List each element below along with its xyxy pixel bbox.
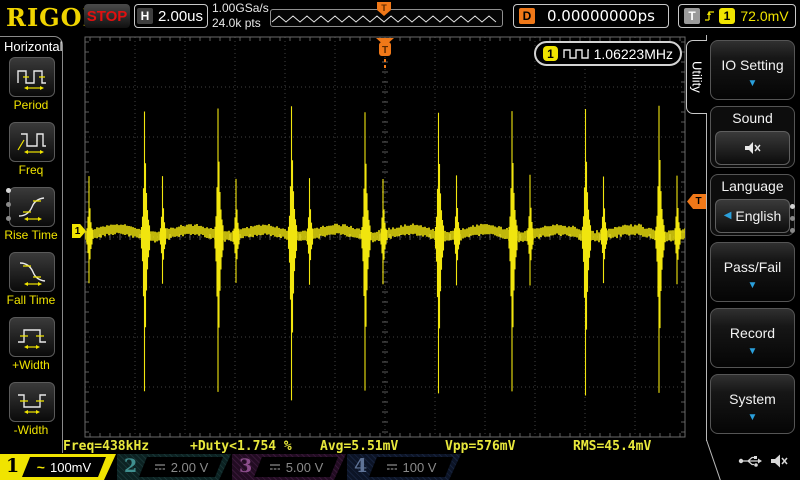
system-button[interactable]: System ▼ <box>710 374 795 434</box>
measurement-avg: Avg=5.51mV <box>320 439 398 454</box>
dc-coupling-icon <box>386 463 398 472</box>
io-setting-label: IO Setting <box>711 57 794 73</box>
square-wave-icon <box>563 47 589 60</box>
ac-coupling-icon: ~ <box>37 459 45 475</box>
freq-icon <box>15 128 49 156</box>
pos-width-button[interactable] <box>9 317 55 357</box>
ch1-trace-spikes <box>87 106 680 401</box>
chevron-left-icon: ◀ <box>724 211 732 221</box>
sound-mute-button[interactable] <box>715 131 790 165</box>
neg-width-label: -Width <box>0 423 62 437</box>
speaker-muted-icon <box>770 453 789 469</box>
freq-label: Freq <box>0 163 62 177</box>
trigger-position-marker[interactable]: T <box>376 38 394 68</box>
channel2-number: 2 <box>124 455 137 477</box>
chevron-down-icon: ▼ <box>711 79 794 89</box>
period-icon <box>15 63 49 91</box>
sound-section: Sound <box>710 106 795 168</box>
measurement-duty: +Duty<1.754 % <box>190 439 292 454</box>
left-scroll-dot-1 <box>6 188 11 193</box>
right-scroll-dot-2 <box>790 216 795 221</box>
pass-fail-label: Pass/Fail <box>711 259 794 275</box>
measurement-rms: RMS=45.4mV <box>573 439 651 454</box>
fall-time-button[interactable] <box>9 252 55 292</box>
channel1-status[interactable]: 1 ~ 100mV <box>0 454 116 480</box>
channel2-scale: 2.00 V <box>171 460 209 475</box>
freq-counter-channel-chip: 1 <box>543 46 558 61</box>
dc-coupling-icon <box>154 463 166 472</box>
usb-icon <box>738 454 762 468</box>
sound-label: Sound <box>711 110 794 126</box>
scope-display: T <box>0 0 800 480</box>
channel2-status[interactable]: 2 2.00 V <box>117 454 231 480</box>
language-select-button[interactable]: ◀ English <box>715 199 790 233</box>
period-button[interactable] <box>9 57 55 97</box>
rise-time-label: Rise Time <box>0 228 62 242</box>
fall-time-label: Fall Time <box>0 293 62 307</box>
language-section: Language ◀ English <box>710 174 795 236</box>
channel3-status[interactable]: 3 5.00 V <box>232 454 346 480</box>
channel3-scale: 5.00 V <box>286 460 324 475</box>
rise-time-icon <box>15 193 49 221</box>
channel4-status[interactable]: 4 100 V <box>347 454 461 480</box>
neg-width-icon <box>15 388 49 416</box>
system-label: System <box>711 391 794 407</box>
channel4-number: 4 <box>354 455 367 477</box>
right-scroll-dot-3 <box>790 228 795 233</box>
io-setting-button[interactable]: IO Setting ▼ <box>710 40 795 100</box>
channel1-number: 1 <box>6 455 19 477</box>
neg-width-button[interactable] <box>9 382 55 422</box>
channel4-scale: 100 V <box>403 460 437 475</box>
left-menu-title: Horizontal <box>4 39 63 54</box>
record-label: Record <box>711 325 794 341</box>
channel3-number: 3 <box>239 455 252 477</box>
fall-time-icon <box>15 258 49 286</box>
freq-counter-value: 1.06223MHz <box>594 46 673 62</box>
channel1-scale: 100mV <box>50 460 91 475</box>
oscilloscope-screen: RIGOL STOP H 2.00us 1.00GSa/s 24.0k pts … <box>0 0 800 480</box>
left-scroll-dot-2 <box>6 202 11 207</box>
measurement-vpp: Vpp=576mV <box>445 439 515 454</box>
language-value: English <box>735 208 781 224</box>
pos-width-icon <box>15 323 49 351</box>
rise-time-button[interactable] <box>9 187 55 227</box>
freq-button[interactable] <box>9 122 55 162</box>
record-button[interactable]: Record ▼ <box>710 308 795 368</box>
measurement-freq: Freq=438kHz <box>63 439 149 454</box>
period-label: Period <box>0 98 62 112</box>
dc-coupling-icon <box>269 463 281 472</box>
chevron-down-icon: ▼ <box>711 281 794 291</box>
utility-menu-tab: Utility <box>686 40 707 114</box>
speaker-muted-icon <box>744 141 762 155</box>
left-scroll-dot-3 <box>6 216 11 221</box>
right-scroll-dot-1 <box>790 204 795 209</box>
svg-text:T: T <box>382 45 388 56</box>
language-label: Language <box>711 178 794 194</box>
pass-fail-button[interactable]: Pass/Fail ▼ <box>710 242 795 302</box>
chevron-down-icon: ▼ <box>711 413 794 423</box>
pos-width-label: +Width <box>0 358 62 372</box>
chevron-down-icon: ▼ <box>711 347 794 357</box>
frequency-counter-badge: 1 1.06223MHz <box>534 41 682 66</box>
